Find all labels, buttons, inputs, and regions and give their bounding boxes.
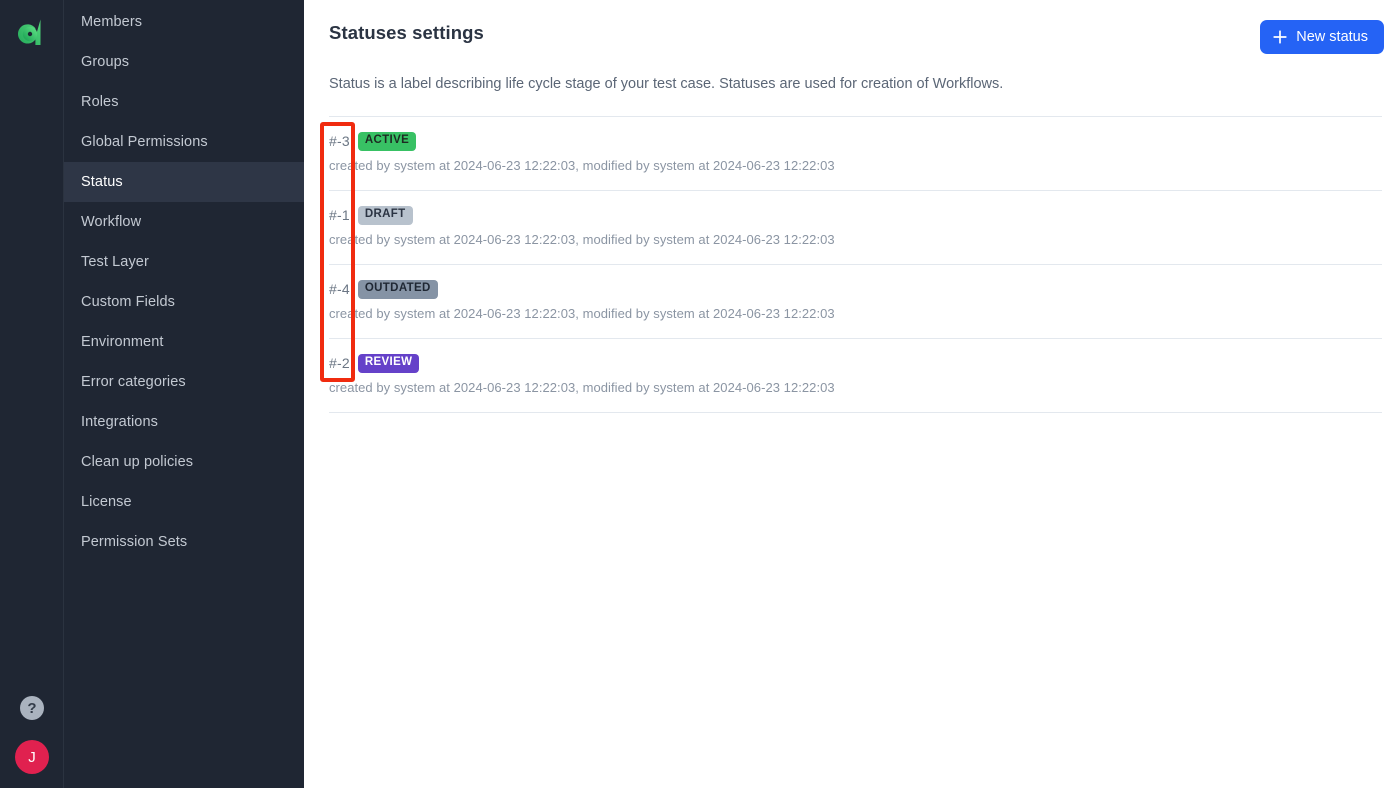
- plus-icon: [1273, 30, 1287, 44]
- sidebar-item-label: Status: [81, 174, 123, 190]
- page-header: Statuses settings New status: [329, 0, 1384, 54]
- status-badge: OUTDATED: [357, 279, 438, 299]
- status-badge: DRAFT: [357, 205, 413, 225]
- status-meta: created by system at 2024-06-23 12:22:03…: [329, 306, 835, 321]
- sidebar-item-custom-fields[interactable]: Custom Fields: [64, 282, 304, 322]
- sidebar-item-label: Environment: [81, 334, 164, 350]
- status-row-heading: #-4 OUTDATED: [329, 279, 1382, 299]
- new-status-label: New status: [1296, 29, 1368, 45]
- sidebar-item-label: Custom Fields: [81, 294, 175, 310]
- new-status-button[interactable]: New status: [1260, 20, 1384, 54]
- sidebar-item-label: Clean up policies: [81, 454, 194, 470]
- sidebar-item-label: License: [81, 494, 132, 510]
- status-row[interactable]: #-4 OUTDATED created by system at 2024-06-…: [329, 265, 1382, 339]
- sidebar-item-label: Roles: [81, 94, 119, 110]
- avatar[interactable]: J: [15, 740, 49, 774]
- status-meta: created by system at 2024-06-23 12:22:03…: [329, 232, 835, 247]
- sidebar-item-status[interactable]: Status: [64, 162, 304, 202]
- sidebar-item-label: Test Layer: [81, 254, 149, 270]
- sidebar-item-label: Groups: [81, 54, 130, 70]
- sidebar-item-label: Global Permissions: [81, 134, 208, 150]
- sidebar-item-label: Error categories: [81, 374, 186, 390]
- status-row-heading: #-1 DRAFT: [329, 205, 1382, 225]
- sidebar-item-integrations[interactable]: Integrations: [64, 402, 304, 442]
- status-row-heading: #-2 REVIEW: [329, 353, 1382, 373]
- settings-sidebar: Members Groups Roles Global Permissions Stat…: [64, 0, 304, 788]
- sidebar-item-license[interactable]: License: [64, 482, 304, 522]
- sidebar-item-roles[interactable]: Roles: [64, 82, 304, 122]
- status-row-heading: #-3 ACTIVE: [329, 131, 1382, 151]
- status-meta: created by system at 2024-06-23 12:22:03…: [329, 380, 835, 395]
- status-meta: created by system at 2024-06-23 12:22:03…: [329, 158, 835, 173]
- help-icon[interactable]: ?: [20, 696, 44, 720]
- status-list: #-3 ACTIVE created by system at 2024-06-23…: [329, 117, 1384, 413]
- sidebar-item-workflow[interactable]: Workflow: [64, 202, 304, 242]
- status-number: #-2: [329, 355, 350, 371]
- sidebar-item-error-categories[interactable]: Error categories: [64, 362, 304, 402]
- sidebar-item-global-permissions[interactable]: Global Permissions: [64, 122, 304, 162]
- app-root: ? J Members Groups Roles Global Permissions…: [0, 0, 1400, 788]
- sidebar-item-environment[interactable]: Environment: [64, 322, 304, 362]
- sidebar-item-members[interactable]: Members: [64, 2, 304, 42]
- main-content: Statuses settings New status Status is a…: [304, 0, 1400, 788]
- rail-bottom-actions: ? J: [0, 696, 64, 774]
- sidebar-item-groups[interactable]: Groups: [64, 42, 304, 82]
- status-number: #-1: [329, 207, 350, 223]
- sidebar-item-label: Permission Sets: [81, 534, 188, 550]
- status-badge: REVIEW: [357, 353, 420, 373]
- status-row[interactable]: #-1 DRAFT created by system at 2024-06-23 …: [329, 191, 1382, 265]
- page-title: Statuses settings: [329, 22, 484, 43]
- sidebar-item-permission-sets[interactable]: Permission Sets: [64, 522, 304, 562]
- status-row[interactable]: #-3 ACTIVE created by system at 2024-06-23…: [329, 117, 1382, 191]
- status-badge: ACTIVE: [357, 131, 417, 151]
- status-row[interactable]: #-2 REVIEW created by system at 2024-06-23…: [329, 339, 1382, 413]
- sidebar-item-clean-up-policies[interactable]: Clean up policies: [64, 442, 304, 482]
- status-number: #-4: [329, 281, 350, 297]
- page-description: Status is a label describing life cycle …: [329, 76, 1004, 92]
- sidebar-item-label: Workflow: [81, 214, 142, 230]
- icon-rail: ? J: [0, 0, 64, 788]
- sidebar-item-label: Members: [81, 14, 143, 30]
- status-number: #-3: [329, 133, 350, 149]
- sidebar-item-label: Integrations: [81, 414, 158, 430]
- sidebar-item-test-layer[interactable]: Test Layer: [64, 242, 304, 282]
- allure-a-logo-icon[interactable]: [10, 10, 54, 54]
